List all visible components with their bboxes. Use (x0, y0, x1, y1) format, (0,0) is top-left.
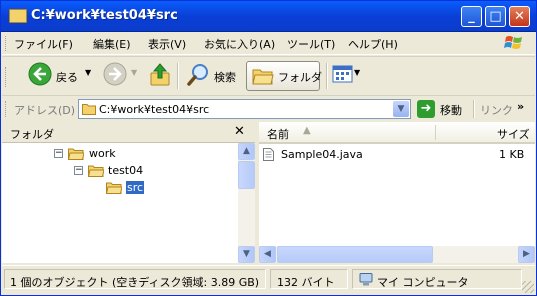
minimize-icon: _ (468, 9, 475, 24)
back-button-label[interactable]: 戻る (56, 69, 78, 85)
scroll-thumb[interactable] (238, 161, 255, 189)
status-size: 132 バイト (277, 276, 335, 289)
toolbar-separator (177, 63, 179, 89)
standard-toolbar: 戻る ▼ ▼ 検索 フォルダ ▼ (2, 56, 535, 96)
address-dropdown-icon[interactable]: ▼ (393, 101, 409, 117)
column-header-size[interactable]: サイズ (497, 126, 530, 142)
close-button[interactable]: ✕ (509, 6, 530, 27)
folder-tree: − work − test04 src (2, 143, 238, 263)
file-list-header: 名前 ▲ サイズ (259, 122, 535, 144)
status-size-cell: 132 バイト (270, 269, 348, 289)
tree-node-label-selected[interactable]: src (126, 181, 145, 194)
collapse-icon[interactable]: − (74, 166, 83, 175)
toolbar-grip (5, 67, 8, 87)
maximize-icon: □ (489, 9, 502, 24)
column-divider[interactable] (435, 125, 436, 140)
menu-file[interactable]: ファイル(F) (14, 36, 73, 52)
file-name[interactable]: Sample04.java (281, 148, 363, 161)
folder-open-icon (106, 182, 122, 194)
folder-pane-header: フォルダ ✕ (2, 122, 255, 143)
back-dropdown-icon[interactable]: ▼ (85, 68, 91, 77)
menu-tools[interactable]: ツール(T) (287, 36, 335, 52)
window-title: C:¥work¥test04¥src (31, 8, 178, 23)
go-button-label[interactable]: 移動 (440, 102, 462, 118)
menu-edit[interactable]: 編集(E) (93, 36, 131, 52)
folder-icon (82, 104, 96, 115)
scroll-down-icon[interactable]: ▼ (238, 246, 255, 263)
my-computer-icon (359, 273, 373, 286)
menu-grip (5, 36, 8, 51)
resize-grip-icon[interactable] (522, 281, 534, 293)
views-dropdown-icon[interactable]: ▼ (354, 68, 360, 77)
up-folder-icon[interactable] (148, 62, 172, 88)
tree-node-label[interactable]: test04 (108, 164, 143, 177)
sort-ascending-icon: ▲ (303, 125, 311, 136)
scroll-right-icon[interactable]: ▶ (518, 246, 535, 263)
title-bar[interactable]: C:¥work¥test04¥src _ □ ✕ (1, 1, 536, 32)
status-location: マイ コンピュータ (377, 276, 469, 289)
address-separator (473, 100, 475, 118)
views-icon[interactable] (332, 62, 354, 86)
address-bar: アドレス(D) C:¥work¥test04¥src ▼ ➜ 移動 リンク » (2, 95, 535, 122)
status-objects: 1 個のオブジェクト (空きディスク領域: 3.89 GB) (10, 276, 260, 289)
search-button-label[interactable]: 検索 (214, 69, 236, 85)
folder-icon (9, 9, 27, 23)
status-objects-cell: 1 個のオブジェクト (空きディスク領域: 3.89 GB) (4, 269, 266, 289)
address-field[interactable]: C:¥work¥test04¥src ▼ (78, 99, 411, 119)
column-header-name[interactable]: 名前 (267, 126, 289, 142)
scroll-thumb[interactable] (277, 246, 433, 263)
forward-dropdown-icon[interactable]: ▼ (131, 68, 137, 77)
collapse-icon[interactable]: − (54, 149, 63, 158)
address-value[interactable]: C:¥work¥test04¥src (99, 103, 209, 116)
menu-help[interactable]: ヘルプ(H) (348, 36, 398, 52)
tree-node-label[interactable]: work (89, 147, 116, 160)
file-list-scrollbar[interactable]: ◀ ▶ (259, 246, 535, 263)
scroll-up-icon[interactable]: ▲ (238, 143, 255, 160)
menu-favorites[interactable]: お気に入り(A) (204, 36, 275, 52)
address-grip (5, 101, 8, 117)
explorer-window: C:¥work¥test04¥src _ □ ✕ ファイル(F) 編集(E) 表… (0, 0, 537, 296)
folder-open-icon (88, 165, 104, 177)
folders-toggle-button[interactable]: フォルダ (246, 61, 322, 91)
chevron-right-icon[interactable]: » (517, 100, 524, 113)
status-location-cell: マイ コンピュータ (352, 269, 522, 289)
folder-pane-title: フォルダ (10, 128, 54, 141)
folders-button-label: フォルダ (278, 71, 322, 84)
folder-tree-scrollbar[interactable]: ▲ ▼ (238, 143, 255, 263)
file-row[interactable]: Sample04.java 1 KB (259, 144, 535, 164)
status-bar: 1 個のオブジェクト (空きディスク領域: 3.89 GB) 132 バイト マ… (2, 265, 535, 294)
go-arrow-icon[interactable]: ➜ (417, 100, 435, 118)
address-label: アドレス(D) (14, 104, 76, 117)
windows-logo-icon (504, 36, 522, 49)
maximize-button[interactable]: □ (485, 6, 506, 27)
minimize-button[interactable]: _ (461, 6, 482, 27)
back-arrow-icon[interactable] (28, 62, 52, 86)
menu-bar: ファイル(F) 編集(E) 表示(V) お気に入り(A) ツール(T) ヘルプ(… (2, 32, 535, 55)
text-file-icon (263, 148, 274, 161)
file-size: 1 KB (499, 148, 525, 161)
file-list: Sample04.java 1 KB (259, 144, 535, 246)
scroll-left-icon[interactable]: ◀ (259, 246, 276, 263)
forward-arrow-icon[interactable] (103, 62, 127, 86)
folder-icon (252, 69, 274, 85)
search-icon[interactable] (186, 62, 210, 88)
toolbar-separator (326, 63, 328, 89)
close-icon: ✕ (514, 9, 525, 24)
menu-view[interactable]: 表示(V) (148, 36, 186, 52)
links-label[interactable]: リンク (480, 102, 513, 118)
close-icon[interactable]: ✕ (234, 124, 245, 139)
folder-open-icon (68, 148, 84, 160)
